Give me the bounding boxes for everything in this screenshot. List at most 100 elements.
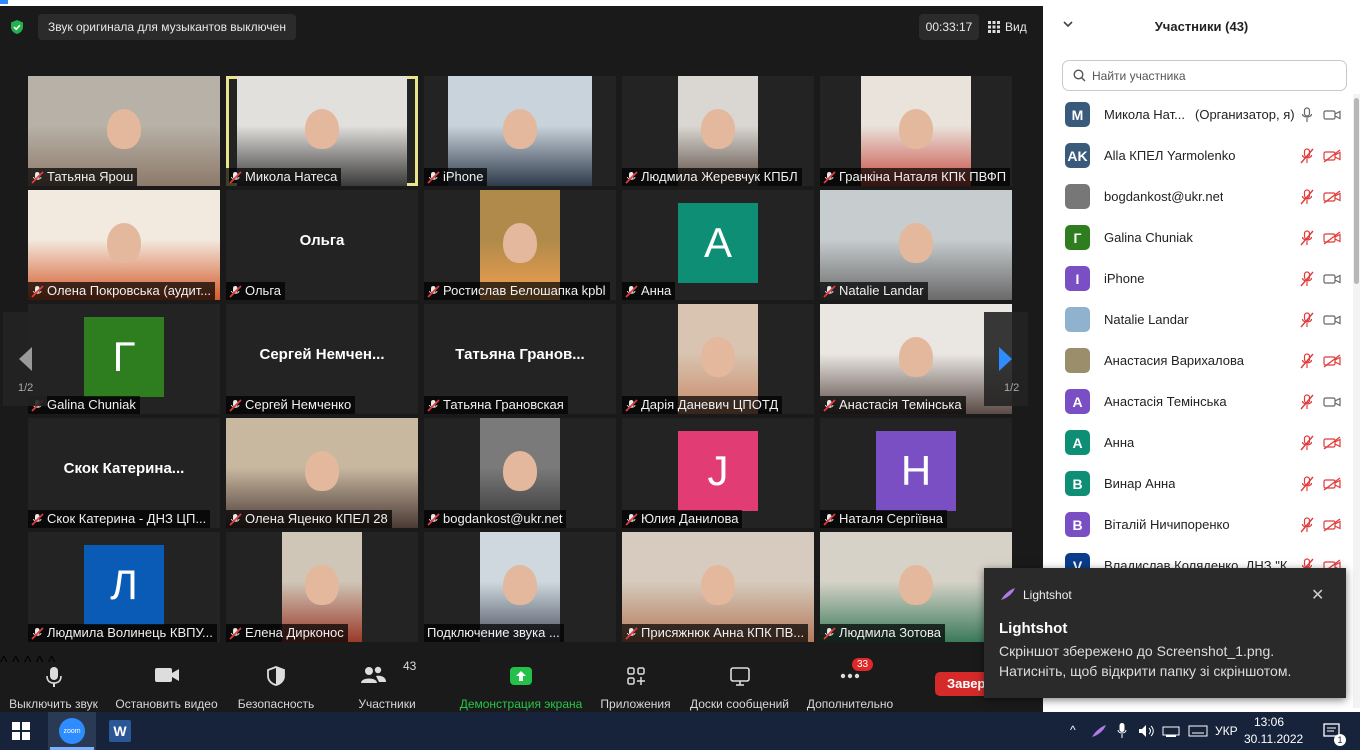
more-button[interactable]: Дополнительно bbox=[806, 660, 894, 711]
participant-tile[interactable]: Сергей Немчен... Сергей Немченко bbox=[226, 304, 418, 414]
video-camera-icon[interactable] bbox=[1323, 272, 1341, 286]
windows-start-button[interactable] bbox=[8, 712, 34, 750]
video-off-icon[interactable] bbox=[1323, 476, 1341, 491]
video-off-icon[interactable] bbox=[1323, 517, 1341, 532]
participant-tile[interactable]: Ростислав Белошапка kpbl bbox=[424, 190, 616, 300]
stop-video-button[interactable]: Остановить видео bbox=[114, 660, 219, 711]
mic-muted-icon[interactable] bbox=[1300, 270, 1314, 287]
mic-muted-icon[interactable] bbox=[1300, 311, 1314, 328]
participant-tile[interactable]: Подключение звука ... bbox=[424, 532, 616, 642]
participant-tile[interactable]: bogdankost@ukr.net bbox=[424, 418, 616, 528]
video-camera-icon[interactable] bbox=[1323, 395, 1341, 409]
mic-muted-icon[interactable] bbox=[1300, 393, 1314, 410]
participant-tile[interactable]: Микола Натеса bbox=[226, 76, 418, 186]
participant-tile[interactable]: Олена Яценко КПЕЛ 28 bbox=[226, 418, 418, 528]
participant-row[interactable]: Г Galina Chuniak bbox=[1043, 217, 1348, 258]
participant-row[interactable]: bogdankost@ukr.net bbox=[1043, 176, 1348, 217]
participant-row[interactable]: IiPhone bbox=[1043, 258, 1348, 299]
participant-tile[interactable]: Людмила Жеревчук КПБЛ bbox=[622, 76, 814, 186]
whiteboards-button[interactable]: Доски сообщений bbox=[688, 660, 791, 711]
participant-row[interactable]: А Анастасія Темінська bbox=[1043, 381, 1348, 422]
security-label: Безопасность bbox=[237, 697, 315, 711]
participant-tile[interactable]: Присяжнюк Анна КПК ПВ... bbox=[622, 532, 814, 642]
mic-muted-icon[interactable] bbox=[1300, 147, 1314, 164]
participant-tile[interactable]: Ольга Ольга bbox=[226, 190, 418, 300]
participant-row[interactable]: AK Alla КПЕЛ Yarmolenko bbox=[1043, 135, 1348, 176]
participant-tile[interactable]: Татьяна Гранов... Татьяна Грановская bbox=[424, 304, 616, 414]
tile-nameplate: Natalie Landar bbox=[820, 282, 928, 300]
participant-tile[interactable]: Татьяна Ярош bbox=[28, 76, 220, 186]
video-off-icon[interactable] bbox=[1323, 435, 1341, 450]
mic-muted-icon[interactable] bbox=[1300, 516, 1314, 533]
volume-icon[interactable] bbox=[1138, 724, 1156, 738]
tray-microphone-icon[interactable] bbox=[1117, 723, 1127, 739]
mic-muted-icon bbox=[229, 626, 242, 640]
participant-tile[interactable]: Natalie Landar bbox=[820, 190, 1012, 300]
participant-tile[interactable]: Елена Дирконос bbox=[226, 532, 418, 642]
participant-tile[interactable]: А Анна bbox=[622, 190, 814, 300]
participant-row[interactable]: В Винар Анна bbox=[1043, 463, 1348, 504]
participant-row[interactable]: M Микола Нат... (Организатор, я) bbox=[1043, 94, 1348, 135]
participant-row[interactable]: А Анна bbox=[1043, 422, 1348, 463]
participant-avatar: А bbox=[1065, 389, 1090, 414]
mic-muted-icon[interactable] bbox=[1300, 434, 1314, 451]
network-icon[interactable] bbox=[1162, 724, 1180, 738]
grid-icon bbox=[988, 21, 1000, 33]
scrollbar-thumb[interactable] bbox=[1354, 98, 1359, 284]
video-off-icon[interactable] bbox=[1323, 230, 1341, 245]
shield-check-icon[interactable] bbox=[9, 19, 25, 35]
share-screen-button[interactable]: Демонстрация экрана bbox=[460, 660, 582, 711]
participants-count: 43 bbox=[403, 659, 417, 673]
security-button[interactable]: Безопасность bbox=[236, 660, 316, 711]
tile-display-name: Сергей Немчен... bbox=[259, 346, 385, 363]
participant-tile[interactable]: Г Galina Chuniak bbox=[28, 304, 220, 414]
tile-display-name: Скок Катерина... bbox=[63, 460, 185, 477]
view-button[interactable]: Вид bbox=[988, 14, 1027, 40]
language-indicator[interactable]: УКР bbox=[1215, 724, 1238, 738]
tile-nameplate: Елена Дирконос bbox=[226, 624, 348, 642]
participant-tile[interactable]: J Юлия Данилова bbox=[622, 418, 814, 528]
panel-scrollbar[interactable] bbox=[1353, 94, 1360, 708]
participant-tile[interactable]: Гранкіна Наталя КПК ПВФП bbox=[820, 76, 1012, 186]
more-label: Дополнительно bbox=[806, 697, 894, 711]
person-silhouette bbox=[305, 451, 339, 491]
meeting-timer: 00:33:17 bbox=[919, 14, 979, 40]
mic-muted-icon[interactable] bbox=[1300, 188, 1314, 205]
video-off-icon[interactable] bbox=[1323, 353, 1341, 368]
participant-search[interactable] bbox=[1062, 60, 1347, 91]
participant-row[interactable]: В Віталій Ничипоренко bbox=[1043, 504, 1348, 545]
participant-tile[interactable]: Олена Покровська (аудит... bbox=[28, 190, 220, 300]
close-icon[interactable]: ✕ bbox=[1311, 585, 1324, 605]
microphone-icon[interactable] bbox=[1300, 106, 1314, 123]
participant-photo bbox=[1065, 307, 1090, 332]
participant-row[interactable]: Natalie Landar bbox=[1043, 299, 1348, 340]
mic-muted-icon[interactable] bbox=[1300, 352, 1314, 369]
mic-muted-icon bbox=[625, 626, 638, 640]
participant-tile[interactable]: Скок Катерина... Скок Катерина - ДНЗ ЦП..… bbox=[28, 418, 220, 528]
mic-muted-icon[interactable] bbox=[1300, 229, 1314, 246]
participant-tile[interactable]: Н Наталя Сергіївна bbox=[820, 418, 1012, 528]
tile-nameplate: Присяжнюк Анна КПК ПВ... bbox=[622, 624, 809, 642]
mic-muted-icon[interactable] bbox=[1300, 475, 1314, 492]
mic-muted-icon bbox=[229, 512, 242, 526]
participant-tile[interactable]: iPhone bbox=[424, 76, 616, 186]
tray-overflow-chevron[interactable]: ^ bbox=[1070, 723, 1076, 737]
search-input[interactable] bbox=[1092, 68, 1332, 83]
mute-button[interactable]: Выключить звук bbox=[6, 660, 101, 711]
person-silhouette bbox=[503, 565, 537, 605]
video-camera-icon[interactable] bbox=[1323, 313, 1341, 327]
taskbar-word-app[interactable]: W bbox=[100, 712, 140, 750]
participant-tile[interactable]: Л Людмила Волинець КВПУ... bbox=[28, 532, 220, 642]
keyboard-icon[interactable] bbox=[1188, 724, 1208, 738]
taskbar-clock[interactable]: 13:06 30.11.2022 bbox=[1244, 714, 1303, 748]
taskbar-zoom-app[interactable]: zoom bbox=[48, 712, 96, 750]
person-silhouette bbox=[899, 223, 933, 263]
video-off-icon[interactable] bbox=[1323, 189, 1341, 204]
video-off-icon[interactable] bbox=[1323, 148, 1341, 163]
lightshot-notification[interactable]: Lightshot ✕ Lightshot Скріншот збережено… bbox=[984, 568, 1346, 698]
participant-tile[interactable]: Дарія Даневич ЦПОТД bbox=[622, 304, 814, 414]
video-camera-icon[interactable] bbox=[1323, 108, 1341, 122]
participant-row[interactable]: Анастасия Варихалова bbox=[1043, 340, 1348, 381]
lightshot-tray-icon[interactable] bbox=[1091, 724, 1107, 738]
apps-button[interactable]: Приложения bbox=[598, 660, 673, 711]
